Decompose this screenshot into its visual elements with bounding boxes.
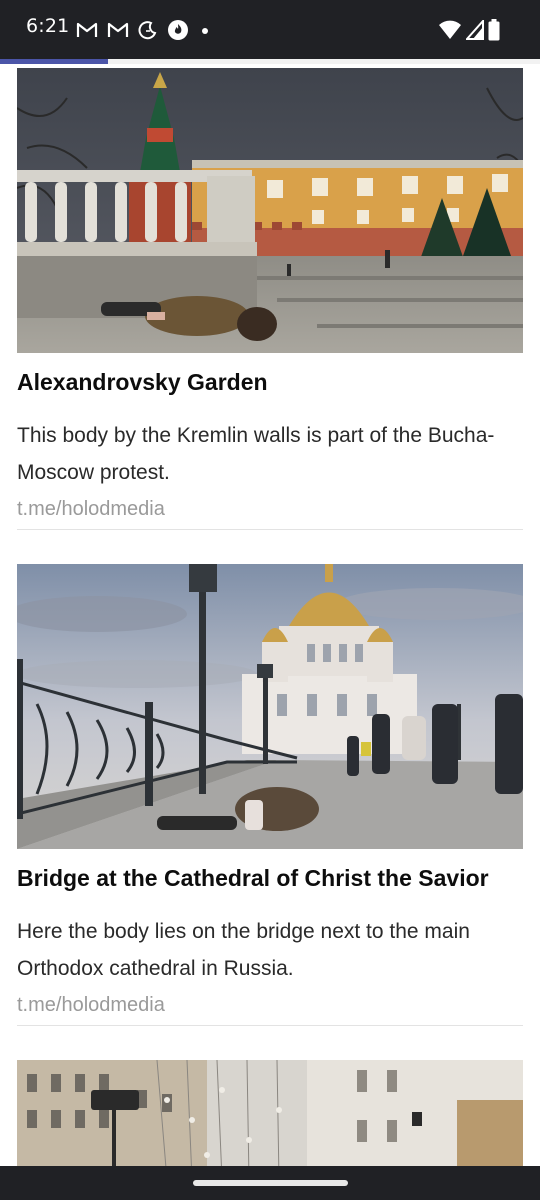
status-bar: 6:21 — [0, 0, 540, 59]
article-text: This body by the Kremlin walls is part o… — [17, 424, 495, 484]
article-title[interactable]: Alexandrovsky Garden — [17, 367, 523, 397]
dot-icon — [198, 23, 212, 37]
photo-cathedral-bridge[interactable] — [17, 564, 523, 849]
fire-app-icon — [167, 19, 189, 41]
reading-progress-bar — [0, 59, 540, 64]
home-gesture-handle[interactable] — [193, 1180, 348, 1186]
system-icons — [438, 19, 500, 41]
battery-icon — [488, 19, 500, 41]
article-text: Here the body lies on the bridge next to… — [17, 920, 470, 980]
notification-icons — [76, 19, 212, 41]
article-card[interactable]: Bridge at the Cathedral of Christ the Sa… — [17, 564, 523, 1026]
article-feed: Alexandrovsky Garden This body by the Kr… — [17, 68, 523, 1180]
gmail-icon — [76, 21, 98, 39]
article-card[interactable] — [17, 1060, 523, 1180]
photo-kremlin-wall[interactable] — [17, 68, 523, 353]
article-title[interactable]: Bridge at the Cathedral of Christ the Sa… — [17, 863, 523, 893]
wifi-icon — [438, 20, 462, 40]
photo-moscow-street[interactable] — [17, 1060, 523, 1180]
do-not-disturb-moon-icon — [138, 20, 158, 40]
cell-signal-icon — [466, 20, 484, 40]
article-card[interactable]: Alexandrovsky Garden This body by the Kr… — [17, 68, 523, 530]
article-source-link[interactable]: t.me/holodmedia — [17, 991, 523, 1026]
reading-progress-fill — [0, 59, 108, 64]
article-source-link[interactable]: t.me/holodmedia — [17, 495, 523, 530]
navigation-bar — [0, 1166, 540, 1200]
gmail-icon — [107, 21, 129, 39]
status-time: 6:21 — [26, 15, 70, 37]
